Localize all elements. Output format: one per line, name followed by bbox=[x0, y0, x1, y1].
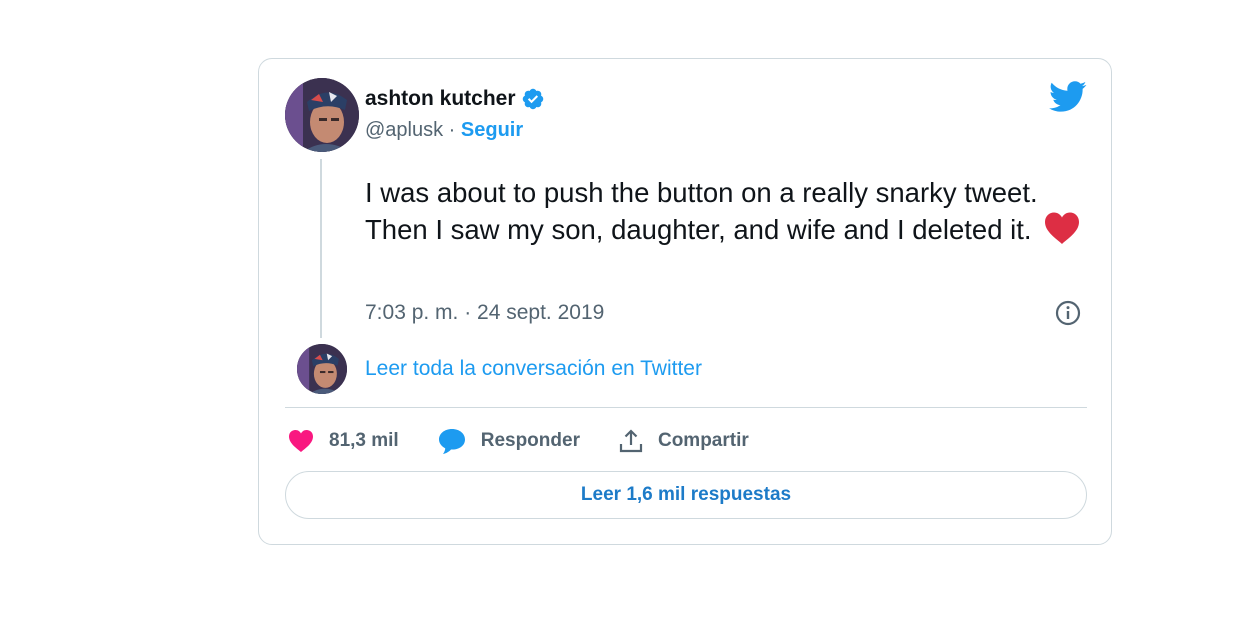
red-heart-emoji bbox=[1045, 212, 1080, 244]
tweet-actions: 81,3 mil Responder Compartir bbox=[287, 424, 787, 458]
author-handle-row: @aplusk · Seguir bbox=[365, 119, 523, 142]
share-icon bbox=[619, 429, 643, 453]
twitter-bird-icon[interactable] bbox=[1049, 81, 1087, 113]
author-name[interactable]: ashton kutcher bbox=[365, 87, 516, 111]
info-icon[interactable] bbox=[1054, 299, 1082, 327]
tweet-text: I was about to push the button on a real… bbox=[365, 177, 1038, 245]
avatar-image bbox=[285, 78, 359, 152]
author-handle[interactable]: @aplusk bbox=[365, 119, 443, 141]
share-label: Compartir bbox=[657, 430, 749, 451]
tweet-embed-card: ashton kutcher @aplusk · Seguir I was ab… bbox=[258, 58, 1112, 545]
avatar-image bbox=[297, 344, 347, 394]
reply-button[interactable]: Responder bbox=[437, 427, 580, 455]
like-button[interactable]: 81,3 mil bbox=[287, 428, 399, 454]
divider bbox=[285, 407, 1087, 408]
tweet-timestamp[interactable]: 7:03 p. m. · 24 sept. 2019 bbox=[365, 301, 604, 325]
share-button[interactable]: Compartir bbox=[618, 428, 749, 454]
verified-badge-icon bbox=[522, 88, 543, 110]
like-count: 81,3 mil bbox=[329, 430, 399, 451]
tweet-text-block: I was about to push the button on a real… bbox=[365, 174, 1085, 248]
like-heart-icon bbox=[289, 430, 313, 452]
handle-separator: · bbox=[443, 119, 461, 141]
reply-bubble-icon bbox=[438, 429, 465, 454]
read-replies-button[interactable]: Leer 1,6 mil respuestas bbox=[285, 471, 1087, 519]
conversation-avatar[interactable] bbox=[297, 344, 347, 394]
author-avatar[interactable] bbox=[285, 78, 359, 152]
thread-connector-line bbox=[320, 159, 322, 338]
follow-button[interactable]: Seguir bbox=[461, 119, 523, 141]
reply-label: Responder bbox=[480, 430, 580, 451]
read-conversation-link[interactable]: Leer toda la conversación en Twitter bbox=[365, 357, 702, 381]
author-name-row: ashton kutcher bbox=[365, 87, 545, 111]
